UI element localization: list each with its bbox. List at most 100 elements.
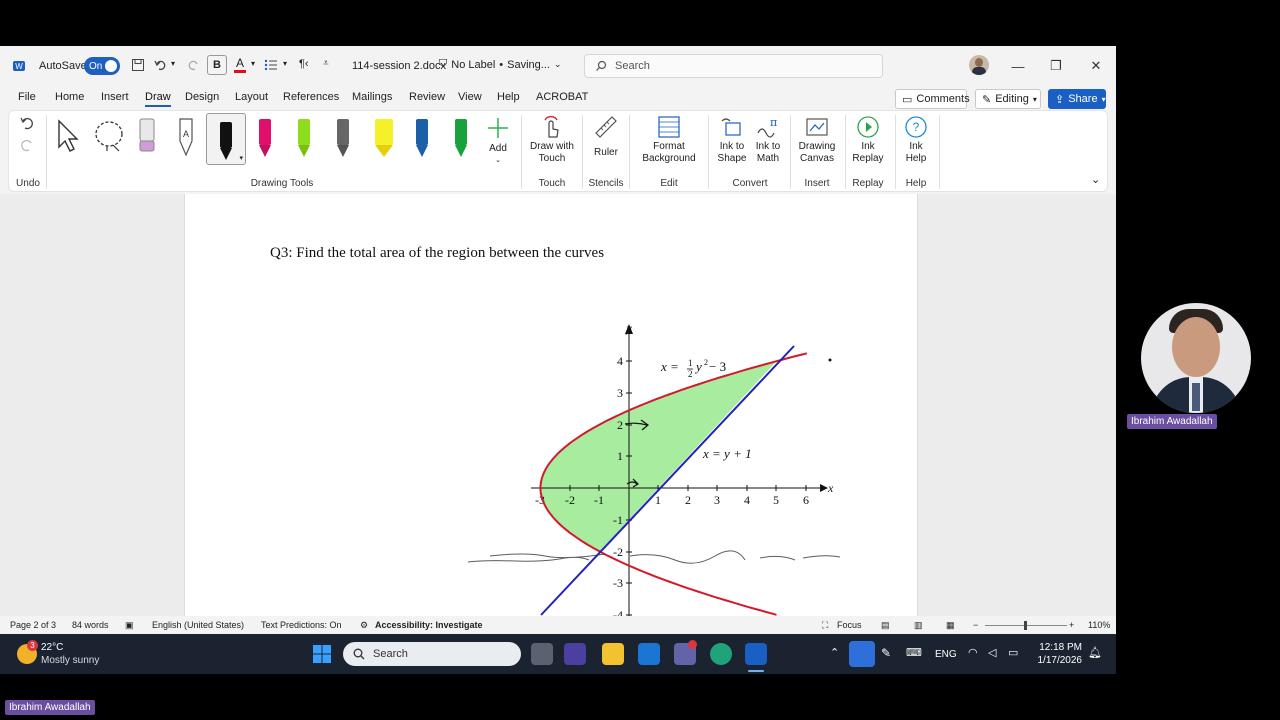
save-icon[interactable] xyxy=(131,58,145,72)
ink-help-button[interactable]: ? Ink Help xyxy=(900,115,932,165)
share-button[interactable]: ⇪ Share ▾ xyxy=(1048,89,1106,109)
outlook-icon[interactable] xyxy=(638,643,660,665)
menu-references[interactable]: References xyxy=(283,91,339,103)
close-icon[interactable]: ✕ xyxy=(1086,56,1106,76)
undo-dropdown-icon[interactable]: ▾ xyxy=(171,59,175,68)
taskbar-search-input[interactable]: Search xyxy=(343,642,521,666)
pen-darkgreen-icon[interactable] xyxy=(453,119,469,159)
menu-acrobat[interactable]: ACROBAT xyxy=(536,91,588,103)
language-status[interactable]: English (United States) xyxy=(152,620,244,630)
menu-insert[interactable]: Insert xyxy=(101,91,129,103)
menu-help[interactable]: Help xyxy=(497,91,520,103)
zoom-slider-thumb[interactable] xyxy=(1024,621,1027,630)
restore-icon[interactable]: ❐ xyxy=(1046,56,1066,76)
edge-icon[interactable] xyxy=(710,643,732,665)
document-area: Q3: Find the total area of the region be… xyxy=(0,194,1116,616)
zoom-slider[interactable] xyxy=(985,621,1067,630)
page-count[interactable]: Page 2 of 3 xyxy=(10,620,56,630)
font-color-icon[interactable]: A xyxy=(234,56,246,73)
autosave-toggle[interactable]: On xyxy=(84,57,120,75)
pencil-gray-icon[interactable] xyxy=(335,119,351,159)
accessibility-status[interactable]: Accessibility: Investigate xyxy=(375,620,483,630)
task-view-icon[interactable] xyxy=(531,643,553,665)
undo-button[interactable] xyxy=(19,115,35,131)
chevron-down-icon: ▾ xyxy=(1032,94,1037,104)
font-color-dropdown-icon[interactable]: ▾ xyxy=(251,59,255,68)
microphone-icon[interactable] xyxy=(849,641,875,667)
menu-mailings[interactable]: Mailings xyxy=(352,91,392,103)
ink-to-math-button[interactable]: π Ink to Math xyxy=(752,115,784,165)
chevron-up-icon[interactable]: ⌃ xyxy=(830,646,839,659)
presenter-video xyxy=(1141,303,1251,413)
bullets-dropdown-icon[interactable]: ▾ xyxy=(283,59,287,68)
zoom-level[interactable]: 110% xyxy=(1088,620,1110,630)
wifi-icon[interactable]: ◠ xyxy=(968,646,978,659)
drawing-canvas-button[interactable]: Drawing Canvas xyxy=(795,115,839,165)
x-axis-arrow xyxy=(820,484,828,492)
web-layout-icon[interactable]: ▦ xyxy=(946,620,955,631)
file-explorer-icon[interactable] xyxy=(602,643,624,665)
menu-file[interactable]: File xyxy=(18,91,36,103)
redo-icon[interactable] xyxy=(186,58,200,72)
pen-pink-icon[interactable] xyxy=(257,119,273,159)
temperature[interactable]: 22°C xyxy=(41,642,63,653)
undo-icon[interactable] xyxy=(154,58,168,72)
input-language[interactable]: ENG xyxy=(935,649,957,660)
pen-menu-icon[interactable]: ✎ xyxy=(881,646,891,660)
word-taskbar-icon[interactable] xyxy=(745,643,767,665)
account-avatar[interactable] xyxy=(969,55,989,75)
redo-button[interactable] xyxy=(19,137,35,153)
notifications-icon[interactable]: 🔔︎ xyxy=(1088,646,1102,659)
menu-home[interactable]: Home xyxy=(55,91,84,103)
format-background-button[interactable]: Format Background xyxy=(636,115,702,165)
ruler-button[interactable]: Ruler xyxy=(590,115,622,159)
select-tool[interactable] xyxy=(55,119,81,153)
menu-design[interactable]: Design xyxy=(185,91,219,103)
print-layout-icon[interactable]: ▥ xyxy=(914,620,923,631)
zoom-out-icon[interactable]: − xyxy=(973,620,978,630)
bold-icon[interactable]: B xyxy=(207,55,227,75)
collapse-ribbon-icon[interactable]: ⌄ xyxy=(1091,173,1100,186)
menu-view[interactable]: View xyxy=(458,91,482,103)
word-count[interactable]: 84 words xyxy=(72,620,109,630)
menu-layout[interactable]: Layout xyxy=(235,91,268,103)
clock-time[interactable]: 12:18 PM xyxy=(1034,642,1082,653)
read-mode-icon[interactable]: ▤ xyxy=(881,620,890,631)
menu-bar: File Home Insert Draw Design Layout Refe… xyxy=(0,87,1116,109)
weather-condition[interactable]: Mostly sunny xyxy=(41,655,99,666)
bullets-icon[interactable] xyxy=(264,58,278,72)
clock-date[interactable]: 1/17/2026 xyxy=(1034,655,1083,666)
battery-icon[interactable]: ▭ xyxy=(1008,646,1018,659)
menu-review[interactable]: Review xyxy=(409,91,445,103)
pen-blue-icon[interactable] xyxy=(414,119,430,159)
help-group-label: Help xyxy=(905,178,927,189)
paragraph-direction-icon[interactable]: ¶‹ xyxy=(299,58,309,70)
search-input[interactable]: Search xyxy=(584,54,883,78)
lasso-select-tool[interactable] xyxy=(93,119,127,153)
proofing-icon[interactable]: ▣ xyxy=(125,620,134,631)
ink-replay-button[interactable]: Ink Replay xyxy=(852,115,884,165)
pen-black-selected[interactable]: ▾ xyxy=(206,113,246,165)
keyboard-icon[interactable]: ⌨ xyxy=(906,646,922,659)
volume-icon[interactable]: ◁ xyxy=(988,646,996,659)
highlighter-yellow-icon[interactable] xyxy=(373,119,395,159)
text-predictions-status[interactable]: Text Predictions: On xyxy=(261,620,342,630)
document-page[interactable]: Q3: Find the total area of the region be… xyxy=(184,194,918,616)
windows-start-icon[interactable] xyxy=(312,644,332,667)
app-icon[interactable] xyxy=(564,643,586,665)
comments-button[interactable]: ▭ Comments xyxy=(895,89,970,109)
eraser-tool[interactable] xyxy=(138,117,156,157)
minimize-icon[interactable]: — xyxy=(1008,56,1028,76)
action-pen-tool[interactable]: A xyxy=(177,117,195,157)
search-icon xyxy=(353,648,365,660)
zoom-in-icon[interactable]: + xyxy=(1069,620,1074,630)
ink-to-shape-button[interactable]: Ink to Shape xyxy=(716,115,748,165)
editing-button[interactable]: ✎ Editing ▾ xyxy=(975,89,1041,109)
add-pen-button[interactable]: Add ⌄ xyxy=(486,117,510,167)
draw-with-touch-button[interactable]: Draw with Touch xyxy=(527,115,577,165)
focus-button[interactable]: Focus xyxy=(837,620,862,630)
sensitivity-label[interactable]: ⛉ No Label • Saving... ⌄ xyxy=(439,58,562,71)
pen-green-icon[interactable] xyxy=(296,119,312,159)
menu-draw[interactable]: Draw xyxy=(145,91,171,107)
customize-toolbar-icon[interactable]: ⩡ xyxy=(323,58,329,69)
